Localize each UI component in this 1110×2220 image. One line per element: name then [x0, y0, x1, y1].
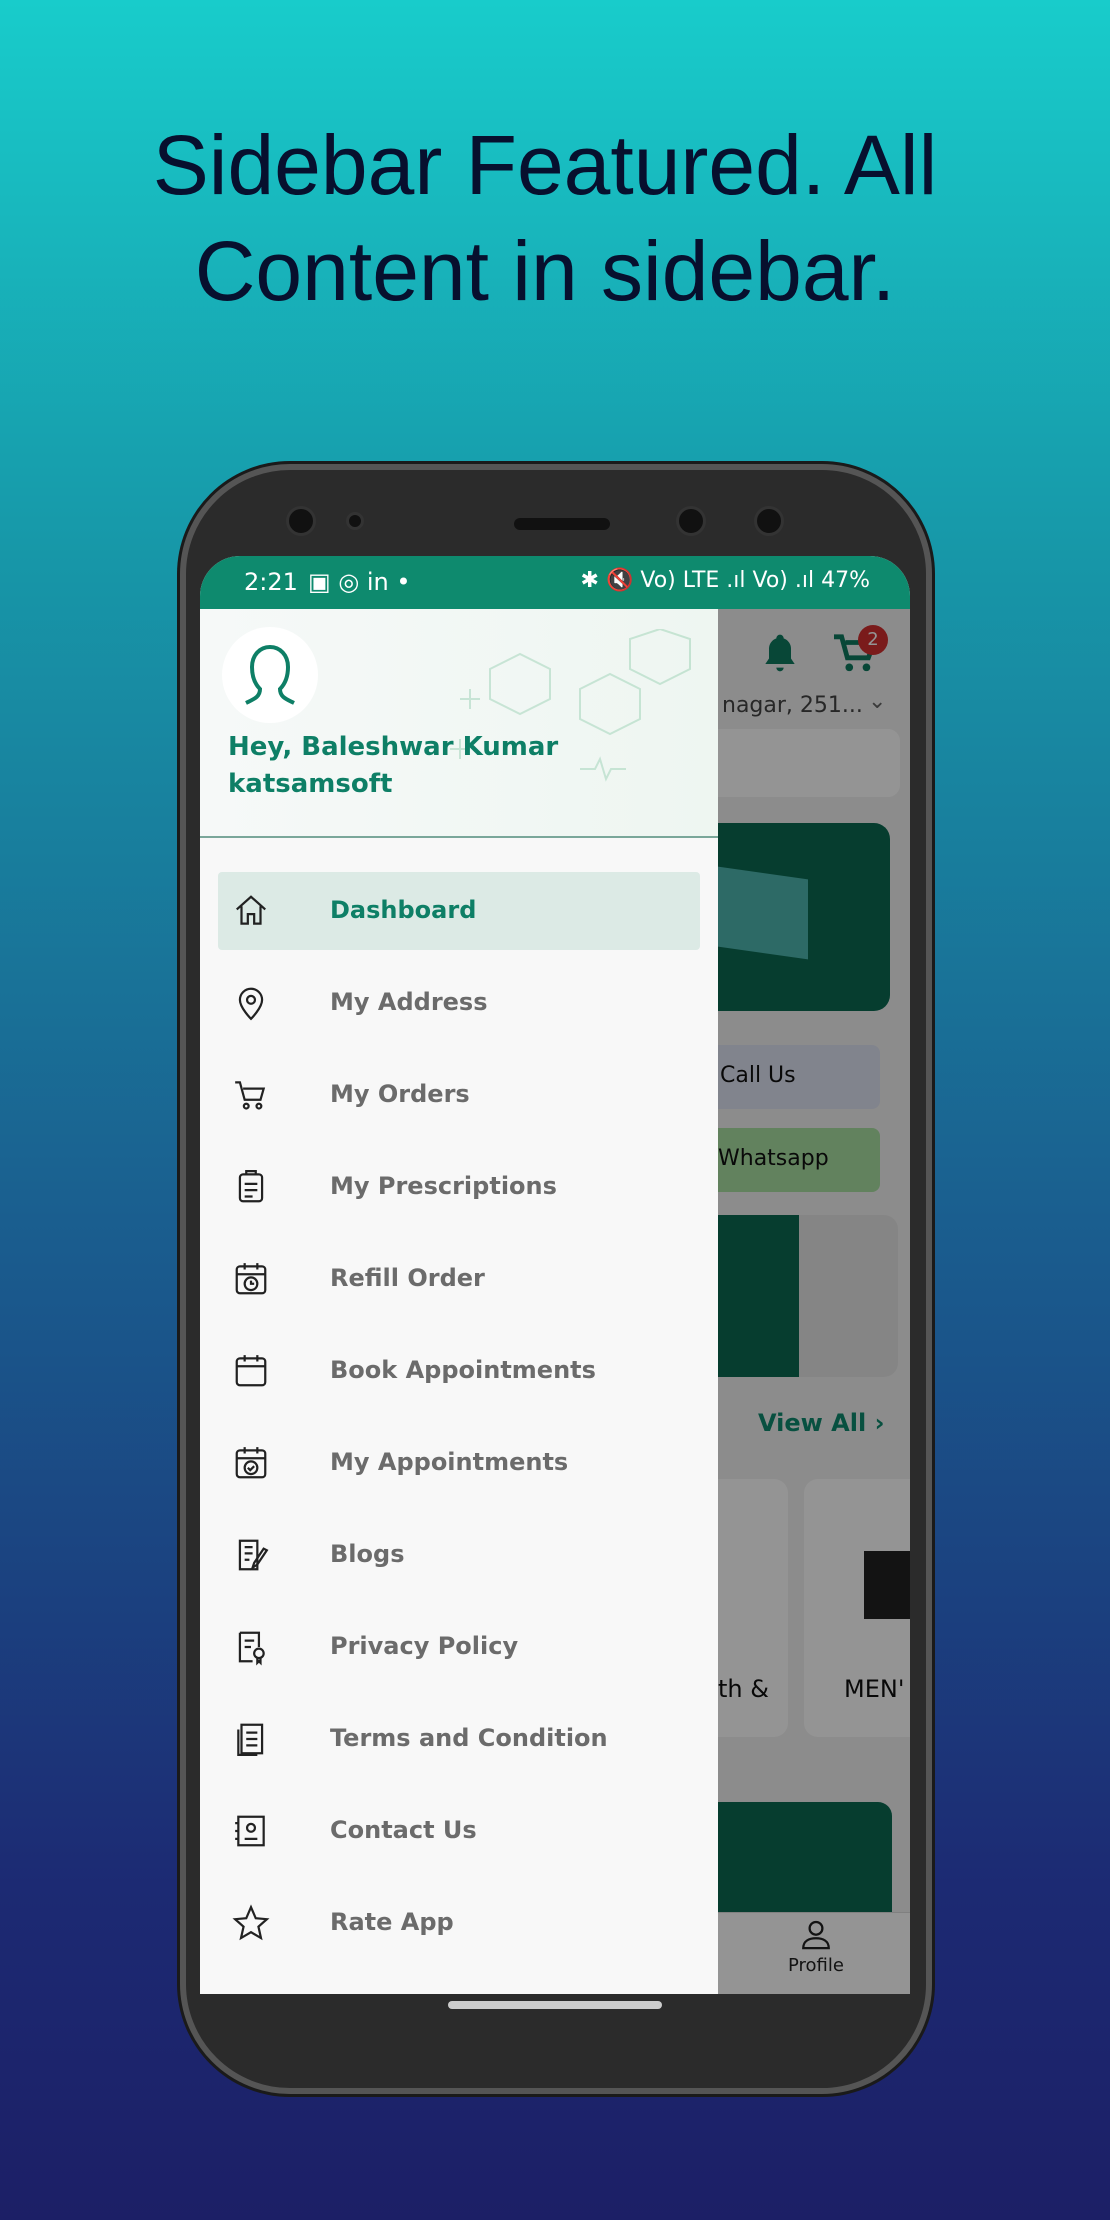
- sidebar-item-label: Refill Order: [330, 1264, 485, 1292]
- sidebar-item-label: Privacy Policy: [330, 1632, 519, 1660]
- cart-icon: [235, 1081, 266, 1110]
- user-name: Hey, Baleshwar Kumar: [228, 732, 559, 762]
- sidebar-item-terms-and-condition[interactable]: Terms and Condition: [218, 1700, 700, 1778]
- sidebar-item-label: Book Appointments: [330, 1356, 596, 1384]
- sidebar-item-privacy-policy[interactable]: Privacy Policy: [218, 1608, 700, 1686]
- headline: Sidebar Featured. All Content in sidebar…: [0, 112, 1090, 324]
- calendar-clock-icon: [235, 1263, 267, 1295]
- sidebar-item-dashboard[interactable]: Dashboard: [218, 872, 700, 950]
- home-icon: [236, 895, 266, 925]
- sidebar-item-label: Contact Us: [330, 1816, 477, 1844]
- sidebar-item-book-appointments[interactable]: Book Appointments: [218, 1332, 700, 1410]
- sidebar-item-contact-us[interactable]: Contact Us: [218, 1792, 700, 1870]
- status-bar: 2:21 ▣ ◎ in • ✱ 🔇 Vo) LTE .ıl Vo) .ıl 47…: [200, 556, 910, 609]
- policy-icon: [238, 1631, 265, 1666]
- sidebar-item-label: Rate App: [330, 1908, 454, 1936]
- sidebar-item-label: Blogs: [330, 1540, 405, 1568]
- sidebar-item-label: My Appointments: [330, 1448, 569, 1476]
- calendar-check-icon: [235, 1447, 267, 1479]
- contact-icon: [235, 1815, 265, 1847]
- sensor-icon: [346, 512, 364, 530]
- sidebar-item-my-address[interactable]: My Address: [218, 964, 700, 1042]
- headline-line1: Sidebar Featured. All: [152, 118, 938, 212]
- sidebar-item-rate-app[interactable]: Rate App: [218, 1884, 700, 1962]
- sidebar-item-my-appointments[interactable]: My Appointments: [218, 1424, 700, 1502]
- phone-screen: 2:21 ▣ ◎ in • ✱ 🔇 Vo) LTE .ıl Vo) .ıl 47…: [200, 556, 910, 1994]
- sensor-icon: [754, 506, 784, 536]
- speaker: [514, 518, 610, 530]
- sidebar-item-label: Dashboard: [330, 896, 477, 924]
- sidebar-item-my-prescriptions[interactable]: My Prescriptions: [218, 1148, 700, 1226]
- document-icon: [237, 1723, 264, 1756]
- user-silhouette-icon: [245, 644, 295, 705]
- sidebar-item-label: Terms and Condition: [330, 1724, 608, 1752]
- user-org: katsamsoft: [228, 769, 393, 799]
- star-icon: [232, 1904, 270, 1941]
- sidebar-item-blogs[interactable]: Blogs: [218, 1516, 700, 1594]
- sidebar-item-label: My Prescriptions: [330, 1172, 557, 1200]
- status-indicators: ✱ 🔇 Vo) LTE .ıl Vo) .ıl 47%: [580, 568, 870, 593]
- status-time: 2:21: [244, 568, 298, 596]
- sidebar-drawer: Hey, Baleshwar Kumar katsamsoft Dashboar…: [200, 609, 718, 1994]
- headline-line2: Content in sidebar.: [194, 224, 896, 318]
- drawer-header: Hey, Baleshwar Kumar katsamsoft: [200, 609, 718, 838]
- calendar-icon: [235, 1355, 267, 1387]
- avatar[interactable]: [222, 627, 318, 723]
- user-greeting: Hey, Baleshwar Kumar katsamsoft: [228, 729, 558, 803]
- sidebar-item-my-orders[interactable]: My Orders: [218, 1056, 700, 1134]
- drawer-scrim[interactable]: [718, 609, 910, 1994]
- camera-icon: [286, 506, 316, 536]
- notification-icons: ▣ ◎ in •: [308, 568, 411, 596]
- location-pin-icon: [238, 987, 264, 1021]
- camera-icon: [676, 506, 706, 536]
- sidebar-item-label: My Orders: [330, 1080, 470, 1108]
- blog-icon: [238, 1539, 269, 1571]
- prescription-icon: [238, 1170, 264, 1203]
- sidebar-item-refill-order[interactable]: Refill Order: [218, 1240, 700, 1318]
- home-indicator[interactable]: [448, 2001, 662, 2009]
- sidebar-item-label: My Address: [330, 988, 488, 1016]
